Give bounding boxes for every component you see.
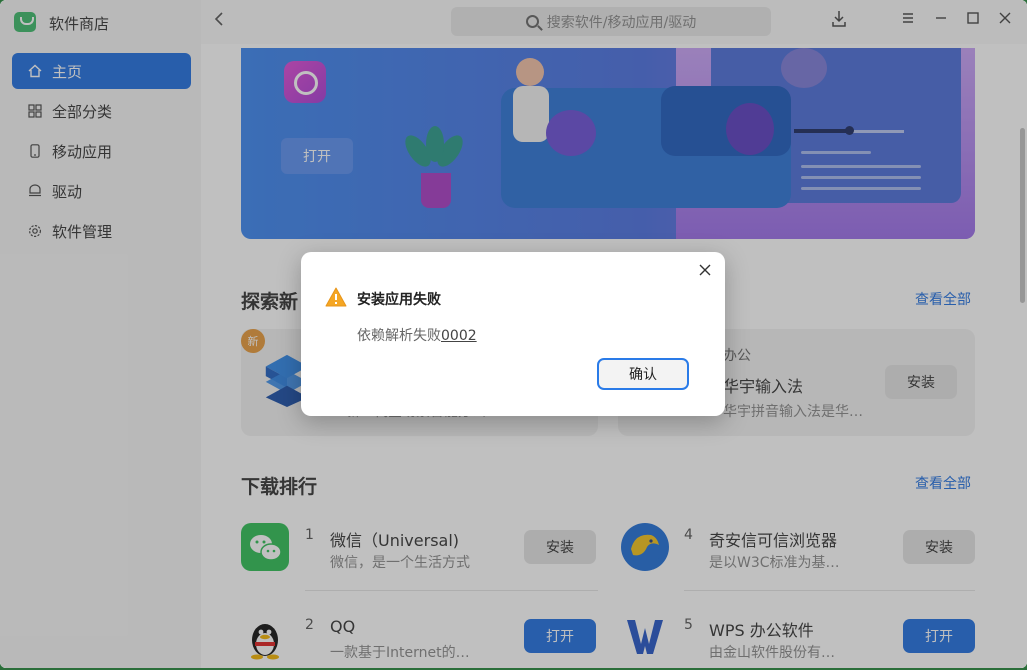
- close-icon: [699, 264, 711, 276]
- warning-icon: [325, 287, 347, 307]
- error-code-link[interactable]: 0002: [441, 328, 477, 344]
- dialog-title: 安装应用失败: [357, 292, 441, 308]
- dialog-message-text: 依赖解析失败: [357, 328, 441, 344]
- install-failed-dialog: 安装应用失败 依赖解析失败0002 确认: [301, 252, 725, 416]
- confirm-button[interactable]: 确认: [597, 358, 689, 390]
- dialog-message: 依赖解析失败0002: [357, 325, 477, 345]
- dialog-close-button[interactable]: [697, 262, 713, 278]
